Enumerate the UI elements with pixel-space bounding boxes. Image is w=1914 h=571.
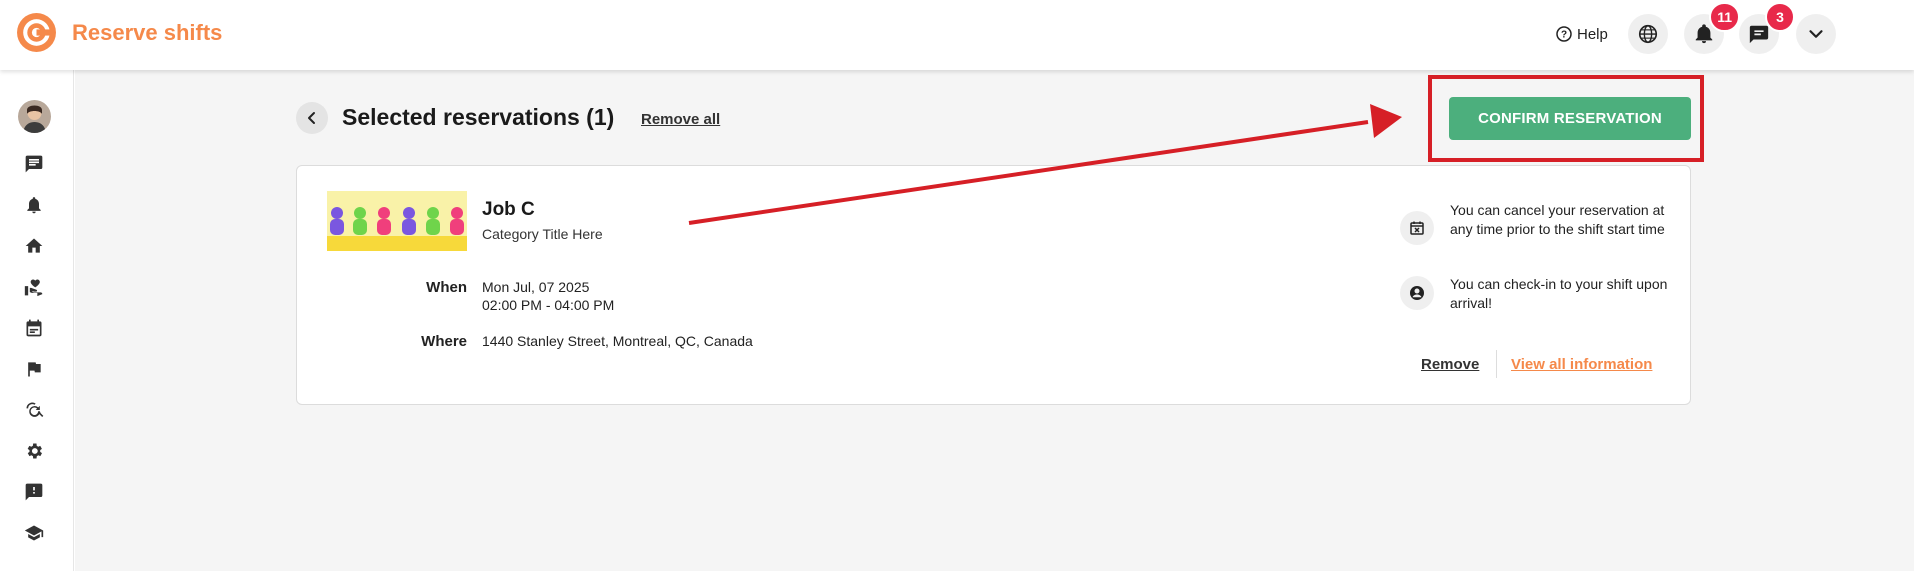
help-link[interactable]: ? Help (1556, 24, 1608, 44)
chevron-left-icon (308, 112, 315, 124)
avatar-image (18, 100, 51, 133)
remove-all-link[interactable]: Remove all (641, 111, 720, 128)
app-logo (17, 13, 56, 52)
shift-date: Mon Jul, 07 2025 (482, 279, 590, 295)
remove-reservation-link[interactable]: Remove (1421, 356, 1479, 373)
sidebar-item-home[interactable] (22, 234, 46, 258)
page-title: Selected reservations (1) (342, 104, 615, 130)
job-category: Category Title Here (482, 226, 603, 242)
notifications-button[interactable]: 11 (1684, 2, 1740, 54)
notifications-badge: 11 (1709, 2, 1740, 32)
where-label: Where (421, 333, 467, 350)
when-label: When (426, 279, 467, 296)
app-title: Reserve shifts (72, 20, 223, 45)
shift-address: 1440 Stanley Street, Montreal, QC, Canad… (482, 333, 753, 349)
svg-text:?: ? (1561, 30, 1567, 41)
job-title: Job C (482, 199, 535, 220)
sidebar-item-notifications[interactable] (22, 193, 46, 217)
account-menu-button[interactable] (1796, 14, 1836, 54)
question-icon: ? (1556, 26, 1572, 42)
volunteer-hand-icon (24, 279, 43, 297)
messages-badge: 3 (1765, 2, 1795, 32)
help-label: Help (1577, 25, 1608, 43)
sidebar-item-settings[interactable] (22, 439, 46, 463)
language-button[interactable] (1628, 14, 1668, 54)
job-thumbnail (327, 191, 467, 251)
sidebar-item-flag[interactable] (22, 357, 46, 381)
people-illustration (327, 191, 467, 251)
view-all-information-link[interactable]: View all information (1511, 356, 1652, 373)
feedback-icon (25, 483, 43, 501)
sidebar-item-volunteer[interactable] (22, 275, 46, 299)
graduation-cap-icon (24, 525, 44, 541)
sidebar-item-search-refresh[interactable] (22, 398, 46, 422)
bell-icon (27, 197, 41, 214)
chat-icon (25, 155, 43, 173)
divider (1496, 350, 1497, 378)
sidebar-item-messages[interactable] (22, 152, 46, 176)
sidebar-item-learning[interactable] (22, 521, 46, 545)
message-icon (1749, 25, 1769, 44)
cancel-info-text: You can cancel your reservation at any t… (1450, 202, 1665, 237)
globe-icon (1638, 24, 1658, 44)
home-icon (25, 238, 43, 253)
checkin-info-icon-wrap (1400, 276, 1434, 310)
calendar-cancel-icon (1410, 221, 1424, 235)
shift-time: 02:00 PM - 04:00 PM (482, 297, 615, 313)
chevron-down-icon (1809, 30, 1823, 38)
back-button[interactable] (296, 102, 328, 134)
sidebar-item-feedback[interactable] (22, 480, 46, 504)
cancel-info-icon-wrap (1400, 211, 1434, 245)
sidebar-item-calendar[interactable] (22, 316, 46, 340)
sidebar (0, 70, 74, 571)
avatar[interactable] (18, 100, 51, 133)
calendar-icon (26, 319, 42, 337)
search-refresh-icon (26, 402, 44, 417)
top-bar: Reserve shifts ? Help 11 3 (0, 0, 1914, 70)
messages-button[interactable]: 3 (1739, 2, 1795, 54)
flag-icon (28, 362, 41, 377)
checkin-info-text: You can check-in to your shift upon arri… (1450, 276, 1668, 311)
annotation-highlight-box (1428, 75, 1704, 162)
user-check-icon (1410, 286, 1424, 300)
gear-icon (27, 443, 42, 459)
